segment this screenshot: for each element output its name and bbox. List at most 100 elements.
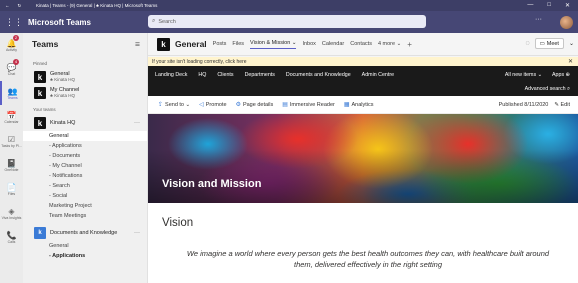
- channel-search[interactable]: - Search: [23, 181, 147, 191]
- channel-header: k General Posts Files Vision & Mission ⌄…: [148, 33, 578, 56]
- app-launcher-icon[interactable]: ⋮⋮: [0, 17, 28, 28]
- immersive-reader-label: Immersive Reader: [289, 101, 335, 108]
- conversation-icon[interactable]: ◌: [525, 40, 529, 47]
- tab-more[interactable]: 4 more ⌄: [378, 41, 401, 47]
- team-name: Documents and Knowledge: [50, 230, 118, 236]
- apps-button[interactable]: Apps ⊕: [552, 72, 570, 78]
- tab-calendar[interactable]: Calendar: [322, 41, 344, 47]
- rail-item-teams[interactable]: 👥 Teams: [0, 81, 23, 105]
- edit-button[interactable]: ✎ Edit: [554, 102, 570, 108]
- rail-label: Chat: [7, 71, 16, 76]
- tab-posts[interactable]: Posts: [213, 41, 227, 47]
- app-name: Microsoft Teams: [28, 17, 91, 27]
- kinata-logo-icon: k: [34, 71, 46, 83]
- rail-item-onenote[interactable]: 📓 OneNote: [0, 153, 23, 177]
- page-details-label: Page details: [242, 101, 274, 108]
- warning-text[interactable]: If your site isn't loading correctly, cl…: [152, 59, 247, 65]
- analytics-button[interactable]: ▦ Analytics: [343, 101, 374, 109]
- tab-vision-mission[interactable]: Vision & Mission ⌄: [250, 40, 297, 49]
- nav-link-clients[interactable]: Clients: [217, 72, 233, 78]
- more-options-icon[interactable]: ···: [535, 16, 542, 23]
- channel-social[interactable]: - Social: [23, 191, 147, 201]
- rail-label: OneNote: [4, 167, 19, 172]
- team-kinata-hq[interactable]: k Kinata HQ ···: [23, 115, 147, 131]
- pinned-team-name: ♣ Kinata HQ: [50, 77, 75, 82]
- minimize-button[interactable]: —: [527, 2, 533, 9]
- gear-icon: ⚙: [235, 102, 241, 108]
- panel-header: Teams ≡: [23, 33, 147, 55]
- nav-link-admin-centre[interactable]: Admin Centre: [362, 72, 394, 78]
- nav-link-departments[interactable]: Departments: [245, 72, 275, 78]
- rail-item-tasks[interactable]: ☑ Tasks by Pl...: [0, 129, 23, 153]
- share-icon: ⇪: [158, 102, 164, 108]
- immersive-reader-button[interactable]: ▤ Immersive Reader: [282, 101, 335, 109]
- search-input[interactable]: ⌕ Search: [148, 15, 426, 28]
- meet-button[interactable]: ▭ Meet: [534, 38, 564, 49]
- maximize-button[interactable]: □: [547, 2, 551, 9]
- tab-inbox[interactable]: Inbox: [302, 41, 315, 47]
- avatar[interactable]: [560, 16, 573, 29]
- panel-title: Teams: [32, 39, 59, 49]
- team-more-icon[interactable]: ···: [134, 120, 140, 126]
- nav-link-hq[interactable]: HQ: [198, 72, 206, 78]
- channel-team-meetings[interactable]: Team Meetings: [23, 211, 147, 221]
- pinned-channel-general[interactable]: k General ♣ Kinata HQ: [23, 69, 147, 85]
- site-nav: Landing Deck HQ Clients Departments Docu…: [148, 66, 578, 83]
- window-titlebar: ← ↻ Kinata | Teams - (9) General | ♣ Kin…: [0, 0, 578, 11]
- rail-item-files[interactable]: 📄 Files: [0, 177, 23, 201]
- channel-title: General: [175, 39, 207, 49]
- channel-marketing-project[interactable]: Marketing Project: [23, 201, 147, 211]
- activity-badge: 2: [13, 35, 19, 41]
- rail-label: Files: [7, 191, 16, 196]
- channel-my-channel[interactable]: - My Channel: [23, 161, 147, 171]
- promote-button[interactable]: ◁ Promote: [199, 101, 227, 109]
- send-to-button[interactable]: ⇪ Send to ⌄: [158, 101, 190, 109]
- chevron-down-icon[interactable]: ⌄: [569, 40, 574, 47]
- rail-item-chat[interactable]: 💬 4 Chat: [0, 57, 23, 81]
- page-details-button[interactable]: ⚙ Page details: [235, 101, 274, 109]
- channel-notifications[interactable]: - Notifications: [23, 171, 147, 181]
- chart-icon: ▦: [343, 102, 350, 108]
- nav-link-landing-deck[interactable]: Landing Deck: [155, 72, 187, 78]
- rail-item-viva-insights[interactable]: ◈ Viva Insights: [0, 201, 23, 225]
- site-loading-warning[interactable]: If your site isn't loading correctly, cl…: [148, 57, 578, 66]
- nav-link-documents-knowledge[interactable]: Documents and Knowledge: [286, 72, 351, 78]
- pinned-team-name: ♣ Kinata HQ: [50, 93, 75, 98]
- rail-label: Calendar: [4, 119, 19, 124]
- onenote-icon: 📓: [6, 158, 17, 168]
- channel-applications[interactable]: - Applications: [23, 251, 147, 261]
- rail-label: Teams: [7, 95, 18, 100]
- chat-badge: 4: [13, 59, 19, 65]
- close-icon[interactable]: ✕: [568, 58, 573, 65]
- analytics-label: Analytics: [351, 101, 374, 108]
- channel-general[interactable]: General: [23, 241, 147, 251]
- rail-label: Tasks by Pl...: [1, 143, 22, 148]
- page-title: Vision and Mission: [162, 178, 262, 190]
- rail-item-calls[interactable]: 📞 Calls: [0, 225, 23, 249]
- advanced-search-link[interactable]: Advanced search ⌕: [525, 86, 570, 93]
- calendar-icon: 📅: [6, 110, 17, 120]
- channel-general[interactable]: General: [23, 131, 147, 141]
- tab-contacts[interactable]: Contacts: [350, 41, 372, 47]
- tab-files[interactable]: Files: [232, 41, 244, 47]
- all-new-items-dropdown[interactable]: All new items ⌄: [505, 72, 542, 78]
- meet-label: Meet: [546, 40, 559, 47]
- close-window-button[interactable]: ✕: [565, 2, 570, 9]
- promote-label: Promote: [205, 101, 227, 108]
- pinned-channel-my-channel[interactable]: k My Channel ♣ Kinata HQ: [23, 85, 147, 101]
- rail-item-activity[interactable]: 🔔 2 Activity: [0, 33, 23, 57]
- back-arrow-icon[interactable]: ←: [5, 3, 10, 9]
- search-placeholder: Search: [158, 18, 176, 25]
- video-camera-icon: ▭: [539, 40, 545, 47]
- filter-icon[interactable]: ≡: [135, 39, 140, 49]
- channel-applications[interactable]: - Applications: [23, 141, 147, 151]
- refresh-icon[interactable]: ↻: [18, 3, 22, 9]
- team-more-icon[interactable]: ···: [134, 230, 140, 236]
- team-documents-knowledge[interactable]: k Documents and Knowledge ···: [23, 225, 147, 241]
- teams-panel: Teams ≡ Pinned k General ♣ Kinata HQ k M…: [23, 33, 148, 283]
- hero-banner: Vision and Mission: [148, 114, 578, 203]
- channel-documents[interactable]: - Documents: [23, 151, 147, 161]
- rail-label: Viva Insights: [1, 215, 22, 220]
- rail-item-calendar[interactable]: 📅 Calendar: [0, 105, 23, 129]
- add-tab-button[interactable]: +: [407, 40, 412, 49]
